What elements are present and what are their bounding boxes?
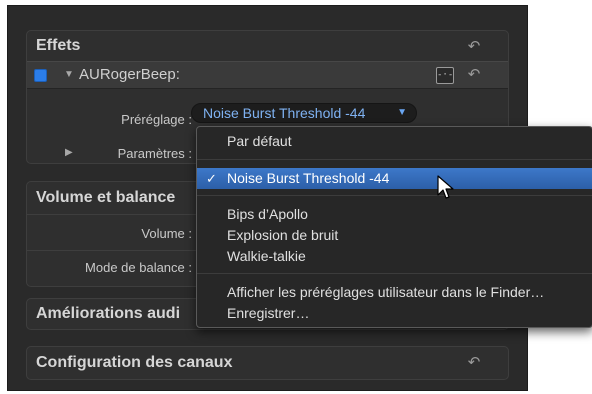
menu-item-label: Enregistrer… [227, 305, 310, 321]
volume-label: Volume : [141, 226, 192, 241]
menu-item-label: Par défaut [227, 133, 292, 149]
volume-title: Volume et balance [36, 189, 176, 206]
triangle-down-icon: ▼ [397, 107, 407, 118]
checkmark-icon: ✓ [206, 171, 217, 186]
pan-mode-label: Mode de balance : [85, 260, 192, 275]
menu-item-default[interactable]: Par défaut [197, 131, 592, 152]
effects-header[interactable]: Effets [27, 31, 508, 61]
channels-section[interactable]: Configuration des canaux ↶ [26, 346, 509, 380]
preset-popup-value: Noise Burst Threshold -44 [203, 105, 366, 121]
reset-arrow-icon[interactable]: ↶ [466, 67, 482, 83]
channels-header[interactable]: Configuration des canaux [27, 347, 508, 379]
menu-item-label: Bips d’Apollo [227, 206, 308, 222]
enhancements-title: Améliorations audi [36, 305, 181, 322]
menu-item-explosion[interactable]: Explosion de bruit [197, 225, 592, 246]
effects-title: Effets [36, 37, 81, 54]
reset-arrow-icon[interactable]: ↶ [466, 39, 482, 55]
preset-popup-button[interactable]: Noise Burst Threshold -44 ▼ [191, 103, 417, 123]
menu-item-save[interactable]: Enregistrer… [197, 303, 592, 324]
menu-separator [197, 195, 592, 196]
menu-item-label: Walkie-talkie [227, 248, 306, 264]
menu-separator [197, 273, 592, 274]
effect-row-aurogerbeep: ▼ AURogerBeep: -·- ↶ [27, 61, 508, 89]
triangle-right-icon[interactable]: ▶ [65, 147, 73, 158]
menu-item-apollo[interactable]: Bips d’Apollo [197, 204, 592, 225]
menu-separator [197, 159, 592, 160]
preset-label: Préréglage : [121, 112, 192, 127]
channels-title: Configuration des canaux [36, 354, 233, 371]
reset-arrow-icon[interactable]: ↶ [466, 355, 482, 371]
menu-item-label: Afficher les préréglages utilisateur dan… [227, 284, 545, 300]
effect-enable-checkbox[interactable] [34, 69, 47, 82]
menu-item-walkie[interactable]: Walkie-talkie [197, 246, 592, 267]
menu-item-label: Noise Burst Threshold -44 [227, 170, 390, 186]
triangle-down-icon[interactable]: ▼ [64, 69, 74, 80]
effect-name: AURogerBeep: [79, 66, 180, 83]
effect-window-icon[interactable]: -·- [436, 67, 454, 84]
menu-item-noise-burst[interactable]: ✓ Noise Burst Threshold -44 [197, 168, 592, 189]
menu-item-show-in-finder[interactable]: Afficher les préréglages utilisateur dan… [197, 282, 592, 303]
mouse-pointer-icon [437, 175, 454, 199]
menu-item-label: Explosion de bruit [227, 227, 339, 243]
params-label: Paramètres : [117, 146, 192, 161]
preset-dropdown-menu: Par défaut ✓ Noise Burst Threshold -44 B… [196, 126, 592, 328]
